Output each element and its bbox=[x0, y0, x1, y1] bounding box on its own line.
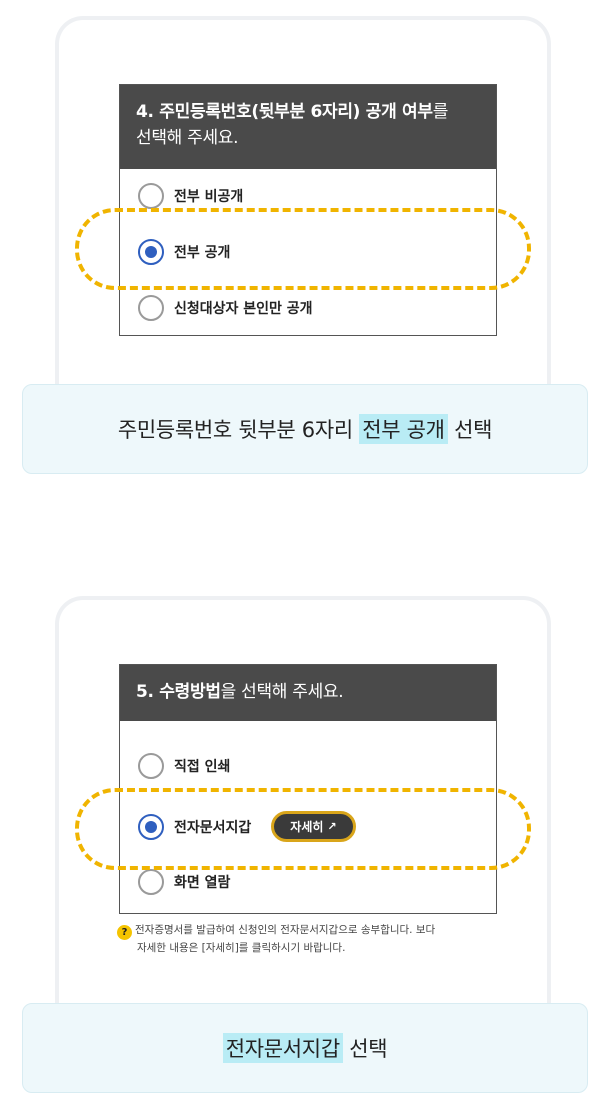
note-line2: 자세한 내용은 [자세히]를 클릭하시기 바랍니다. bbox=[137, 942, 346, 954]
header-title: 5. 수령방법 bbox=[136, 682, 221, 702]
option-label: 직접 인쇄 bbox=[174, 759, 231, 775]
phone-frame-residence-number: 4. 주민등록번호(뒷부분 6자리) 공개 여부를 선택해 주세요. 전부 비공… bbox=[55, 16, 551, 388]
header-title-rest: 을 선택해 주세요. bbox=[220, 682, 344, 702]
radio-button[interactable] bbox=[138, 183, 164, 209]
caption-step-5: 전자문서지갑 선택 bbox=[22, 1003, 588, 1093]
form-header: 4. 주민등록번호(뒷부분 6자리) 공개 여부를 선택해 주세요. bbox=[120, 85, 496, 169]
caption-text: 주민등록번호 뒷부분 6자리 bbox=[117, 418, 353, 442]
radio-button[interactable] bbox=[138, 869, 164, 895]
radio-option-self-only[interactable]: 신청대상자 본인만 공개 bbox=[138, 295, 313, 321]
option-label: 화면 열람 bbox=[174, 875, 231, 891]
radio-option-print[interactable]: 직접 인쇄 bbox=[138, 753, 230, 779]
radio-button[interactable] bbox=[138, 753, 164, 779]
caption-text-end: 선택 bbox=[454, 418, 493, 442]
radio-option-none[interactable]: 전부 비공개 bbox=[138, 183, 243, 209]
note-line1: 전자증명서를 발급하여 신청인의 전자문서지갑으로 송부합니다. 보다 bbox=[135, 924, 436, 936]
caption-text-end: 선택 bbox=[349, 1037, 388, 1061]
header-title-line2: 선택해 주세요. bbox=[136, 128, 239, 148]
caption-highlight: 전자문서지갑 bbox=[222, 1033, 343, 1063]
radio-button[interactable] bbox=[138, 295, 164, 321]
option-label: 신청대상자 본인만 공개 bbox=[174, 301, 313, 317]
caption-step-4: 주민등록번호 뒷부분 6자리 전부 공개 선택 bbox=[22, 384, 588, 474]
radio-option-view[interactable]: 화면 열람 bbox=[138, 869, 230, 895]
caption-highlight: 전부 공개 bbox=[359, 414, 448, 444]
help-note: ? 전자증명서를 발급하여 신청인의 전자문서지갑으로 송부합니다. 보다 자세한… bbox=[117, 922, 517, 957]
form-header: 5. 수령방법을 선택해 주세요. bbox=[120, 665, 496, 721]
selection-highlight-ring bbox=[75, 208, 531, 290]
selection-highlight-ring bbox=[75, 788, 531, 870]
header-title: 4. 주민등록번호(뒷부분 6자리) 공개 여부 bbox=[136, 102, 433, 122]
option-label: 전부 비공개 bbox=[174, 189, 244, 205]
header-title-rest: 를 bbox=[432, 102, 449, 122]
question-icon: ? bbox=[117, 925, 132, 940]
